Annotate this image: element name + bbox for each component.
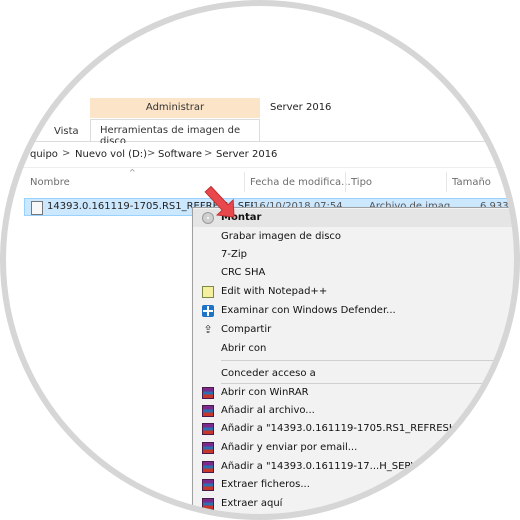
column-header-size[interactable]: Tamaño <box>452 177 491 188</box>
sort-ascending-icon: ^ <box>129 168 136 177</box>
breadcrumb-item-server-2016[interactable]: Server 2016 <box>216 149 277 160</box>
winrar-icon <box>202 479 214 491</box>
share-icon: ⇪ <box>203 323 213 336</box>
menu-item-label: Añadir a "14393.0.161119-1705.RS1_REFRES… <box>221 423 501 434</box>
menu-item-compartir[interactable]: ⇪ Compartir <box>193 321 519 339</box>
tab-disk-image-tools[interactable]: Herramientas de imagen de disco <box>90 119 260 147</box>
menu-item-label: Añadir a "14393.0.161119-17...H_SERVER_E… <box>221 461 450 472</box>
winrar-icon <box>202 423 214 435</box>
menu-item-notepad-plus-plus[interactable]: Edit with Notepad++ <box>193 283 519 301</box>
menu-item-grabar-imagen[interactable]: Grabar imagen de disco <box>193 228 519 246</box>
menu-item-7zip[interactable]: 7-Zip <box>193 246 519 264</box>
menu-item-label: Grabar imagen de disco <box>221 231 342 242</box>
breadcrumb-item-equipo[interactable]: quipo <box>30 149 58 160</box>
menu-item-label: Montar <box>221 212 262 223</box>
breadcrumb-separator: > <box>204 148 213 159</box>
column-headers: ^ Nombre Fecha de modifica... Tipo Tamañ… <box>1 168 519 196</box>
disc-image-file-icon <box>31 201 43 215</box>
winrar-icon <box>202 387 214 399</box>
menu-item-label: CRC SHA <box>221 267 266 278</box>
winrar-icon <box>202 442 214 454</box>
breadcrumb[interactable]: quipo > Nuevo vol (D:) > Software > Serv… <box>1 143 519 168</box>
menu-item-label: 7-Zip <box>221 249 247 260</box>
explorer-window: Administrar Vista Herramientas de imagen… <box>1 1 519 519</box>
notepad-plus-plus-icon <box>202 286 214 298</box>
menu-item-extraer-aqui[interactable]: Extraer aquí <box>193 495 519 513</box>
context-tab-group[interactable]: Administrar <box>90 98 260 118</box>
context-tab-group-label: Administrar <box>145 102 205 113</box>
window-title: Server 2016 <box>270 102 332 113</box>
column-header-date[interactable]: Fecha de modifica... <box>250 177 351 188</box>
breadcrumb-separator: > <box>147 148 156 159</box>
mount-disc-icon <box>202 212 214 224</box>
menu-item-label: Extraer ficheros... <box>221 479 310 490</box>
menu-item-extraer-ficheros[interactable]: Extraer ficheros... <box>193 476 519 494</box>
windows-defender-icon <box>202 305 214 317</box>
menu-item-montar[interactable]: Montar <box>193 209 519 227</box>
menu-item-label: Abrir con WinRAR <box>221 387 309 398</box>
menu-separator <box>221 360 519 361</box>
column-header-name[interactable]: Nombre <box>30 177 70 188</box>
menu-item-label: Añadir y enviar por email... <box>221 442 358 453</box>
winrar-icon <box>202 461 214 473</box>
ribbon: Administrar Vista Herramientas de imagen… <box>1 1 519 147</box>
context-menu: Montar Grabar imagen de disco 7-Zip CRC … <box>192 207 519 519</box>
column-divider[interactable] <box>345 172 346 192</box>
winrar-icon <box>202 498 214 510</box>
menu-item-label: Extraer aquí <box>221 498 283 509</box>
menu-item-anadir-enviar-email[interactable]: Añadir y enviar por email... <box>193 439 519 457</box>
breadcrumb-separator: > <box>62 148 71 159</box>
breadcrumb-item-nuevo-vol[interactable]: Nuevo vol (D:) <box>75 149 147 160</box>
tab-vista[interactable]: Vista <box>54 126 79 137</box>
menu-item-anadir-a-rar[interactable]: Añadir a "14393.0.161119-1705.RS1_REFRES… <box>193 420 519 438</box>
menu-item-anadir-archivo[interactable]: Añadir al archivo... <box>193 402 519 420</box>
menu-item-anadir-a-rar-email[interactable]: Añadir a "14393.0.161119-17...H_SERVER_E… <box>193 458 519 476</box>
menu-item-label: Compartir <box>221 324 272 335</box>
breadcrumb-item-software[interactable]: Software <box>158 149 202 160</box>
column-divider[interactable] <box>446 172 447 192</box>
menu-item-windows-defender[interactable]: Examinar con Windows Defender... <box>193 302 519 320</box>
menu-item-label: Edit with Notepad++ <box>221 286 328 297</box>
winrar-icon <box>202 405 214 417</box>
column-header-type[interactable]: Tipo <box>351 177 372 188</box>
column-divider[interactable] <box>244 172 245 192</box>
menu-item-label: Abrir con <box>221 343 267 354</box>
menu-item-label: Añadir al archivo... <box>221 405 315 416</box>
menu-item-abrir-winrar[interactable]: Abrir con WinRAR <box>193 384 519 402</box>
menu-item-label: Examinar con Windows Defender... <box>221 305 396 316</box>
menu-item-label: Conceder acceso a <box>221 368 316 379</box>
menu-item-crc-sha[interactable]: CRC SHA <box>193 264 519 282</box>
menu-item-abrir-con[interactable]: Abrir con <box>193 340 519 358</box>
menu-item-conceder-acceso[interactable]: Conceder acceso a <box>193 365 519 383</box>
